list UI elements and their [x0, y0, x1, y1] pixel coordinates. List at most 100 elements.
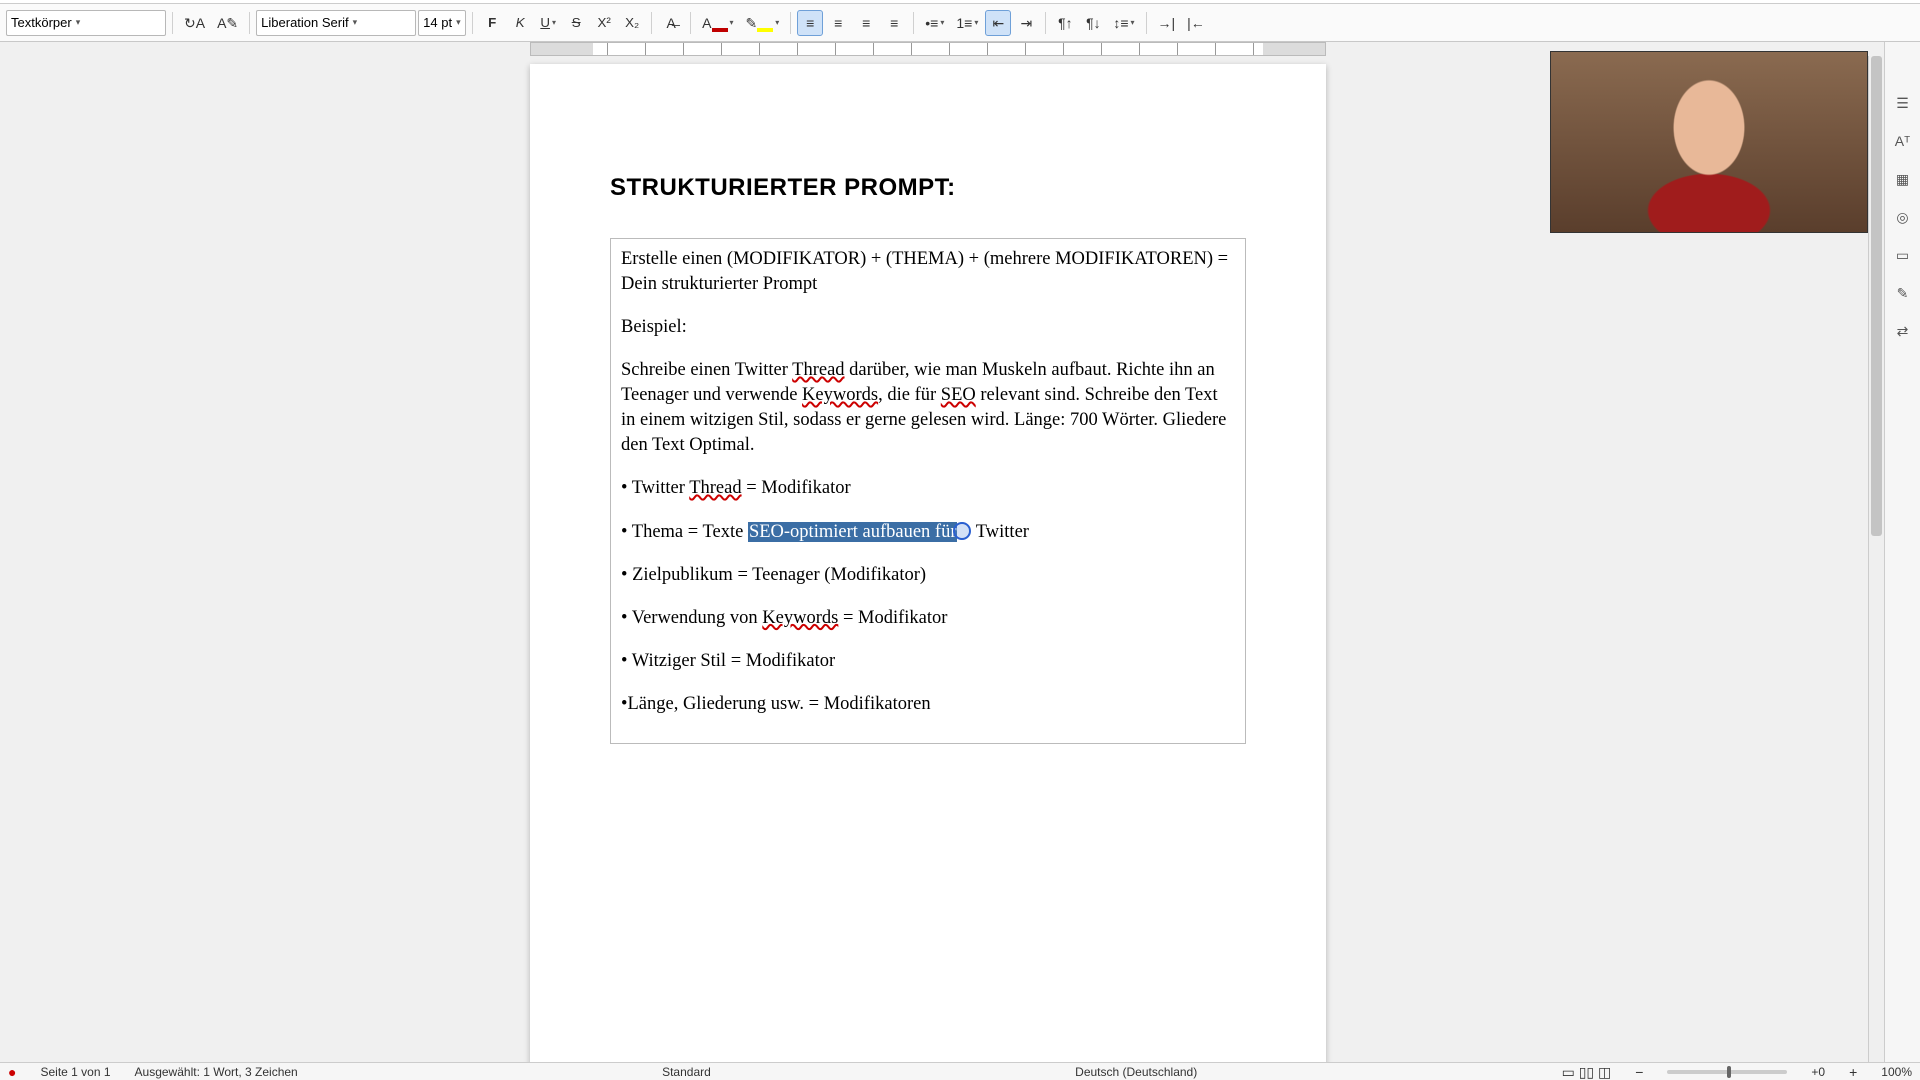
bold-button[interactable]: F: [479, 10, 505, 36]
paragraph-style-select[interactable]: Textkörper ▾: [6, 10, 166, 36]
spellcheck-keywords: Keywords: [802, 385, 878, 405]
decrease-spacing-button[interactable]: ¶↓: [1080, 10, 1106, 36]
toolbar-separator: [913, 12, 914, 34]
document-page[interactable]: STRUKTURIERTER PROMPT: Erstelle einen (M…: [530, 64, 1326, 1062]
navigator-panel-button[interactable]: ◎: [1890, 204, 1916, 230]
status-page-style[interactable]: Standard: [662, 1065, 711, 1079]
paragraph-style-value: Textkörper: [11, 15, 72, 30]
increase-spacing-button[interactable]: ¶↑: [1052, 10, 1078, 36]
font-color-button[interactable]: A▾: [697, 10, 738, 36]
document-heading[interactable]: STRUKTURIERTER PROMPT:: [610, 174, 1246, 202]
zoom-slider[interactable]: [1667, 1070, 1787, 1074]
view-mode-icons[interactable]: ▭ ▯▯ ◫: [1562, 1065, 1612, 1079]
toolbar-separator: [651, 12, 652, 34]
status-zoom[interactable]: 100%: [1881, 1065, 1912, 1079]
chevron-down-icon: ▾: [775, 18, 779, 27]
eraser-icon: A̶: [666, 16, 675, 30]
page-panel-button[interactable]: ▭: [1890, 242, 1916, 268]
bullet-2[interactable]: • Thema = Texte SEO-optimiert aufbauen f…: [621, 519, 1235, 545]
chevron-down-icon: ▾: [1131, 18, 1135, 27]
bullet-3[interactable]: • Zielpublikum = Teenager (Modifikator): [621, 563, 1235, 588]
text-run: Schreibe einen Twitter: [621, 360, 792, 380]
text-run: = Modifikator: [838, 608, 947, 628]
manage-changes-button[interactable]: ⇄: [1890, 318, 1916, 344]
bullet-4[interactable]: • Verwendung von Keywords = Modifikator: [621, 606, 1235, 631]
increase-indent-button[interactable]: →|: [1153, 10, 1181, 36]
intro-paragraph[interactable]: Erstelle einen (MODIFIKATOR) + (THEMA) +…: [621, 247, 1235, 297]
formatting-toolbar: Textkörper ▾ ↻A A✎ Liberation Serif ▾ 14…: [0, 4, 1920, 42]
horizontal-ruler[interactable]: [530, 42, 1326, 56]
bullet-5[interactable]: • Witziger Stil = Modifikator: [621, 649, 1235, 674]
chevron-down-icon: ▾: [76, 17, 81, 28]
indent-inc-icon: →|: [1158, 16, 1176, 30]
toolbar-separator: [472, 12, 473, 34]
text-run: = Modifikator: [742, 478, 851, 498]
example-body[interactable]: Schreibe einen Twitter Thread darüber, w…: [621, 358, 1235, 458]
outdent-button[interactable]: ⇤: [985, 10, 1011, 36]
text-run: • Thema = Texte: [621, 522, 748, 542]
decrease-indent-button[interactable]: |←: [1182, 10, 1210, 36]
gallery-icon: ▦: [1896, 172, 1909, 186]
align-center-button[interactable]: ≡: [825, 10, 851, 36]
bullet-1[interactable]: • Twitter Thread = Modifikator: [621, 476, 1235, 501]
toolbar-separator: [1045, 12, 1046, 34]
refresh-icon: ↻A: [184, 16, 205, 30]
status-language[interactable]: Deutsch (Deutschland): [1075, 1065, 1197, 1079]
style-plus-icon: A✎: [217, 16, 238, 30]
changes-icon: ⇄: [1897, 324, 1909, 338]
align-left-button[interactable]: ≡: [797, 10, 823, 36]
clear-formatting-button[interactable]: A̶: [658, 10, 684, 36]
font-size-select[interactable]: 14 pt ▾: [418, 10, 466, 36]
status-page[interactable]: Seite 1 von 1: [40, 1065, 110, 1079]
toolbar-separator: [172, 12, 173, 34]
subscript-button[interactable]: X₂: [619, 10, 645, 36]
chevron-down-icon: ▾: [552, 18, 556, 27]
styles-panel-button[interactable]: Aᵀ: [1890, 128, 1916, 154]
example-label[interactable]: Beispiel:: [621, 315, 1235, 340]
spellcheck-thread: Thread: [792, 360, 844, 380]
para-spacing-dec-icon: ¶↓: [1086, 16, 1101, 30]
superscript-button[interactable]: X²: [591, 10, 617, 36]
zoom-thumb[interactable]: [1727, 1066, 1731, 1078]
underline-label: U: [540, 15, 550, 30]
highlight-color-button[interactable]: ✎▾: [741, 10, 785, 36]
properties-panel-button[interactable]: ☰: [1890, 90, 1916, 116]
status-selection: Ausgewählt: 1 Wort, 3 Zeichen: [135, 1065, 298, 1079]
align-right-button[interactable]: ≡: [853, 10, 879, 36]
zoom-out-button[interactable]: −: [1635, 1065, 1643, 1079]
zoom-center-label: +0: [1811, 1065, 1825, 1079]
bold-label: F: [488, 15, 496, 30]
webcam-overlay: [1550, 51, 1868, 233]
vertical-scrollbar[interactable]: [1868, 56, 1884, 1062]
bullet-6[interactable]: •Länge, Gliederung usw. = Modifikatoren: [621, 692, 1235, 717]
toolbar-separator: [1146, 12, 1147, 34]
inspector-panel-button[interactable]: ✎: [1890, 280, 1916, 306]
subscript-label: X₂: [625, 15, 639, 30]
font-color-swatch: [712, 28, 728, 32]
mouse-cursor-icon: [953, 522, 971, 540]
highlight-swatch: [757, 28, 773, 32]
chevron-down-icon: ▾: [974, 18, 978, 27]
zoom-in-button[interactable]: +: [1849, 1065, 1857, 1079]
text-run: Twitter: [971, 522, 1028, 542]
toolbar-separator: [249, 12, 250, 34]
underline-button[interactable]: U▾: [535, 10, 561, 36]
bullet-list-button[interactable]: •≡▾: [920, 10, 949, 36]
text-frame[interactable]: Erstelle einen (MODIFIKATOR) + (THEMA) +…: [610, 238, 1246, 744]
spellcheck-thread: Thread: [689, 478, 741, 498]
outdent-icon: ⇤: [992, 16, 1004, 30]
indent-button[interactable]: ⇥: [1013, 10, 1039, 36]
spellcheck-keywords: Keywords: [762, 608, 838, 628]
scroll-thumb[interactable]: [1871, 56, 1882, 536]
align-justify-button[interactable]: ≡: [881, 10, 907, 36]
update-style-button[interactable]: ↻A: [179, 10, 210, 36]
font-name-select[interactable]: Liberation Serif ▾: [256, 10, 416, 36]
new-style-button[interactable]: A✎: [212, 10, 243, 36]
status-bar: ● Seite 1 von 1 Ausgewählt: 1 Wort, 3 Ze…: [0, 1062, 1920, 1080]
gallery-panel-button[interactable]: ▦: [1890, 166, 1916, 192]
line-spacing-button[interactable]: ↕≡▾: [1108, 10, 1139, 36]
strike-button[interactable]: S: [563, 10, 589, 36]
number-list-button[interactable]: 1≡▾: [951, 10, 983, 36]
chevron-down-icon: ▾: [456, 17, 461, 28]
italic-button[interactable]: K: [507, 10, 533, 36]
